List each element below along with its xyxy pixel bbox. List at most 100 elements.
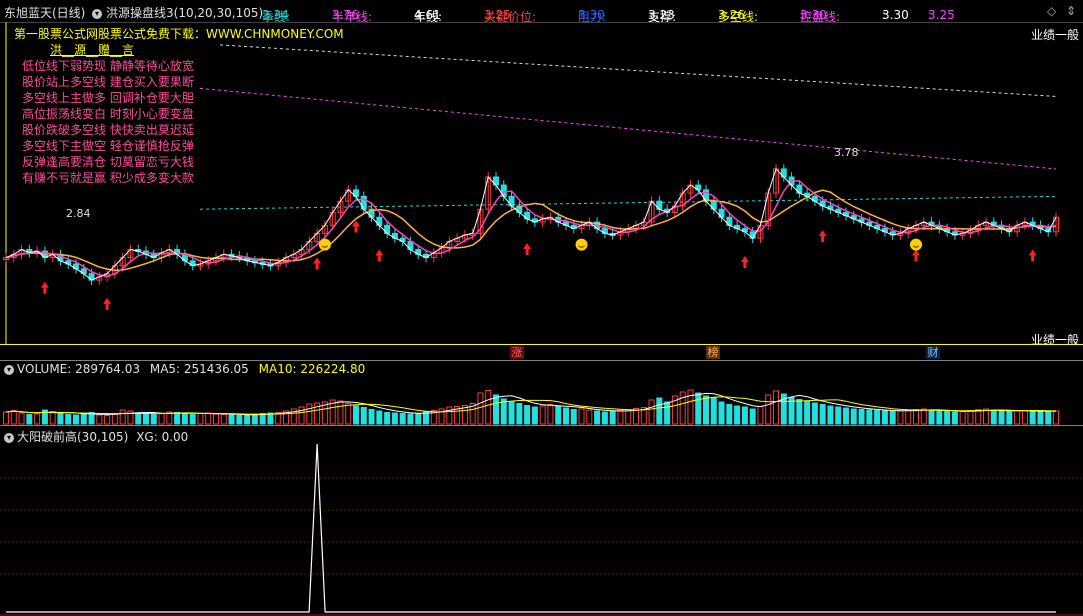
volume-bar bbox=[423, 411, 429, 425]
volume-bar bbox=[259, 413, 266, 425]
smiley-icon bbox=[318, 238, 331, 251]
volume-bar bbox=[773, 390, 779, 425]
volume-bar bbox=[197, 413, 204, 425]
volume-bar bbox=[710, 397, 717, 425]
buy-arrow-icon bbox=[103, 297, 112, 310]
volume-bar bbox=[563, 407, 569, 425]
scroll-arrows-icon[interactable]: ⇕ bbox=[1066, 4, 1076, 18]
volume-bar bbox=[570, 409, 577, 425]
volume-bar bbox=[998, 410, 1005, 425]
volume-bar bbox=[586, 409, 593, 425]
volume-bar bbox=[835, 406, 842, 425]
badge-zhang[interactable]: 涨 bbox=[510, 346, 524, 359]
volume-bar bbox=[718, 401, 725, 425]
volume-bar bbox=[111, 414, 118, 425]
volume-title: ▾ VOLUME: 289764.03 MA5: 251436.05 MA10: … bbox=[4, 362, 365, 376]
volume-bar bbox=[119, 409, 126, 425]
download-banner[interactable]: 第一股票公式网股票公式免费下载：WWW.CHNMONEY.COM bbox=[14, 26, 344, 42]
volume-bar bbox=[609, 411, 616, 425]
high-price-label: 3.78 bbox=[834, 146, 859, 159]
volume-bar bbox=[143, 413, 149, 425]
volume-bar bbox=[228, 414, 235, 425]
volume-bar bbox=[959, 411, 966, 425]
volume-bar bbox=[664, 401, 671, 425]
volume-bar bbox=[703, 395, 709, 425]
volume-bar bbox=[617, 410, 624, 425]
volume-bar bbox=[49, 411, 56, 425]
volume-bar bbox=[648, 399, 655, 425]
volume-bar bbox=[765, 394, 772, 425]
volume-ma5-line bbox=[5, 392, 1056, 416]
panel-separator-2 bbox=[0, 425, 1083, 426]
volume-bar bbox=[236, 415, 243, 425]
xg-signal-chart[interactable] bbox=[0, 440, 1083, 616]
volume-bar bbox=[298, 406, 305, 425]
volume-bar bbox=[376, 410, 383, 425]
control-line bbox=[5, 180, 1057, 277]
stock-name[interactable]: 东旭蓝天(日线) bbox=[4, 4, 85, 21]
volume-bar bbox=[337, 400, 344, 425]
buy-arrow-icon bbox=[313, 257, 322, 270]
volume-bar bbox=[251, 413, 258, 425]
legend-poem: 低位线下弱势现 静静等待心放宽 股价站上多空线 建仓买入要果断 多空线上主做多 回调… bbox=[14, 58, 214, 186]
volume-bar bbox=[951, 411, 958, 425]
volume-bar bbox=[1045, 411, 1052, 425]
volume-bar bbox=[578, 408, 585, 425]
volume-bar bbox=[34, 413, 41, 425]
legend-box: 第一股票公式网股票公式免费下载：WWW.CHNMONEY.COM 洪__源__赠… bbox=[14, 26, 344, 186]
volume-bar bbox=[990, 409, 997, 425]
volume-bar bbox=[796, 399, 803, 425]
legend-line-6: 反弹逢高要清仓 切莫留恋亏大钱 bbox=[22, 155, 194, 169]
bull-bear-line bbox=[5, 189, 1057, 272]
volume-menu-icon[interactable]: ▾ bbox=[4, 364, 14, 375]
volume-bar bbox=[874, 410, 881, 425]
volume-bar bbox=[594, 410, 601, 425]
volume-bar bbox=[524, 405, 531, 425]
indicator-header: 东旭蓝天(日线) ▾ 洪源操盘线3(10,20,30,105) 季线: 3.34… bbox=[4, 4, 1077, 24]
volume-bar bbox=[967, 410, 974, 425]
volume-bar bbox=[57, 413, 64, 425]
volume-bar bbox=[850, 408, 857, 425]
volume-bar bbox=[695, 392, 702, 425]
volume-bar bbox=[1014, 410, 1021, 425]
volume-bar bbox=[18, 412, 25, 425]
volume-bar bbox=[889, 411, 896, 425]
volume-bar bbox=[174, 412, 181, 425]
buy-arrow-icon bbox=[523, 243, 532, 256]
volume-bar bbox=[983, 408, 989, 425]
volume-bar bbox=[897, 410, 904, 425]
volume-bar bbox=[181, 413, 188, 425]
volume-bar bbox=[10, 410, 17, 425]
smiley-icon bbox=[910, 238, 922, 251]
volume-bar bbox=[531, 406, 538, 425]
volume-bar bbox=[1021, 410, 1028, 425]
xg-signal-line bbox=[6, 443, 1056, 613]
candle-body bbox=[360, 195, 367, 210]
volume-bar bbox=[500, 398, 507, 425]
volume-bar bbox=[407, 413, 414, 425]
volume-bar bbox=[96, 414, 103, 425]
volume-bar bbox=[547, 404, 554, 425]
legend-line-2: 多空线上主做多 回调补仓要大胆 bbox=[22, 91, 194, 105]
volume-bar bbox=[135, 412, 142, 425]
volume-bar bbox=[757, 406, 764, 425]
badge-bang[interactable]: 榜 bbox=[706, 346, 720, 359]
volume-bar bbox=[220, 414, 227, 425]
volume-bar bbox=[928, 409, 935, 425]
volume-bar bbox=[26, 414, 33, 425]
volume-bar bbox=[881, 410, 888, 425]
volume-bar bbox=[244, 414, 251, 425]
badge-cai[interactable]: 财 bbox=[926, 346, 940, 359]
volume-bar bbox=[555, 405, 562, 425]
volume-bar bbox=[858, 409, 865, 425]
volume-bar bbox=[827, 405, 834, 425]
volume-bar bbox=[811, 402, 818, 425]
indicator-name[interactable]: 洪源操盘线3(10,20,30,105) bbox=[106, 4, 263, 21]
volume-bar bbox=[913, 409, 919, 425]
volume-bar bbox=[726, 404, 733, 425]
volume-chart[interactable] bbox=[0, 376, 1083, 426]
panel-separator-1 bbox=[0, 360, 1083, 361]
volume-bar bbox=[734, 405, 741, 425]
diamond-icon[interactable]: ◇ bbox=[1047, 4, 1056, 18]
volume-bar bbox=[345, 403, 352, 425]
